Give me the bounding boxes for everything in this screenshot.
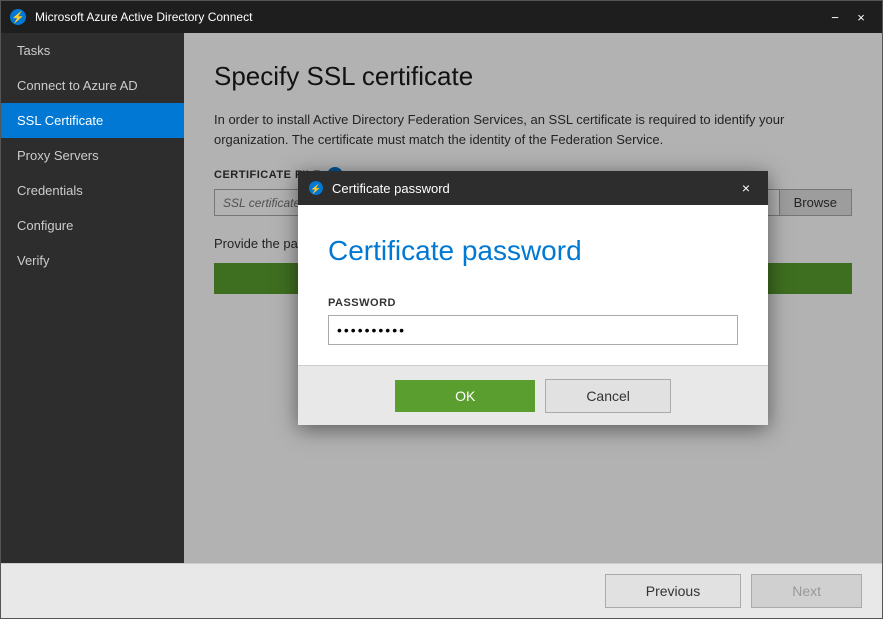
sidebar-item-configure[interactable]: Configure — [1, 208, 184, 243]
sidebar-item-ssl-certificate[interactable]: SSL Certificate — [1, 103, 184, 138]
svg-text:⚡: ⚡ — [310, 183, 321, 195]
modal-app-icon: ⚡ — [308, 180, 324, 196]
window-title: Microsoft Azure Active Directory Connect — [35, 10, 822, 24]
modal-cancel-button[interactable]: Cancel — [545, 379, 671, 413]
modal-title-bar: ⚡ Certificate password × — [298, 171, 768, 205]
next-button[interactable]: Next — [751, 574, 862, 608]
minimize-button[interactable]: − — [822, 4, 848, 30]
bottom-bar: Previous Next — [1, 563, 882, 618]
content-area: Specify SSL certificate In order to inst… — [184, 33, 882, 563]
main-window: ⚡ Microsoft Azure Active Directory Conne… — [0, 0, 883, 619]
title-bar: ⚡ Microsoft Azure Active Directory Conne… — [1, 1, 882, 33]
svg-text:⚡: ⚡ — [11, 11, 25, 24]
close-button[interactable]: × — [848, 4, 874, 30]
app-icon: ⚡ — [9, 8, 27, 26]
certificate-password-modal: ⚡ Certificate password × Certificate pas… — [298, 171, 768, 425]
modal-heading: Certificate password — [328, 235, 738, 267]
modal-title: Certificate password — [332, 181, 734, 196]
modal-password-label: PASSWORD — [328, 297, 738, 309]
sidebar-item-verify[interactable]: Verify — [1, 243, 184, 278]
modal-overlay: ⚡ Certificate password × Certificate pas… — [184, 33, 882, 563]
previous-button[interactable]: Previous — [605, 574, 741, 608]
sidebar-item-tasks[interactable]: Tasks — [1, 33, 184, 68]
sidebar-item-connect-azure-ad[interactable]: Connect to Azure AD — [1, 68, 184, 103]
sidebar: Tasks Connect to Azure AD SSL Certificat… — [1, 33, 184, 563]
sidebar-item-proxy-servers[interactable]: Proxy Servers — [1, 138, 184, 173]
modal-body: Certificate password PASSWORD — [298, 205, 768, 365]
sidebar-item-credentials[interactable]: Credentials — [1, 173, 184, 208]
window-controls: − × — [822, 4, 874, 30]
modal-footer: OK Cancel — [298, 365, 768, 425]
modal-close-button[interactable]: × — [734, 176, 758, 200]
modal-password-input[interactable] — [328, 315, 738, 345]
main-content: Tasks Connect to Azure AD SSL Certificat… — [1, 33, 882, 563]
modal-ok-button[interactable]: OK — [395, 380, 535, 412]
